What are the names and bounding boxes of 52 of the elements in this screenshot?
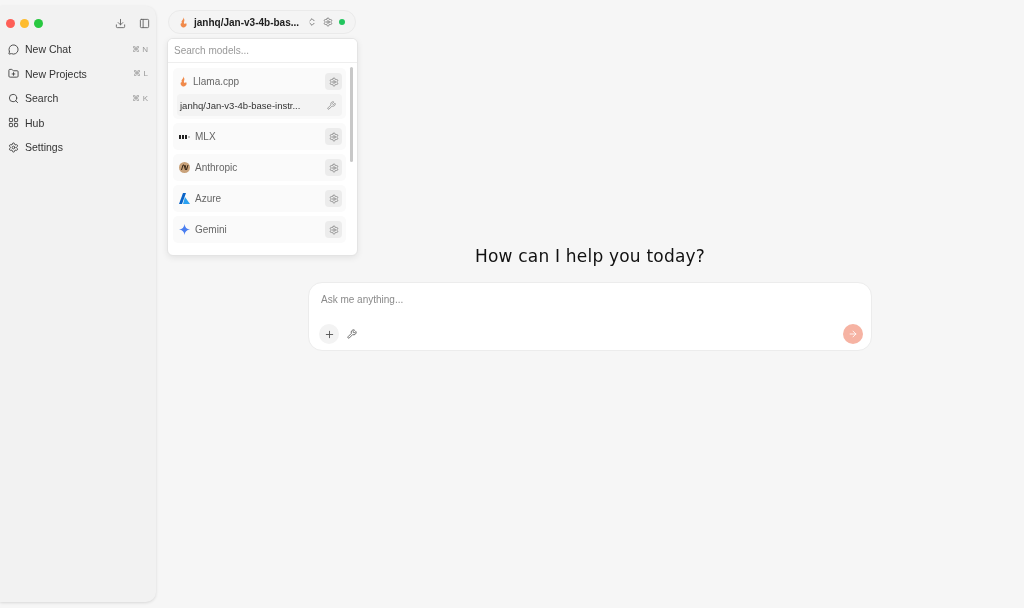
provider-settings-button[interactable] (325, 128, 342, 145)
settings-icon (8, 141, 19, 153)
azure-logo-icon (179, 193, 190, 204)
provider-settings-button[interactable] (325, 190, 342, 207)
provider-settings-button[interactable] (325, 221, 342, 238)
chevrons-icon (307, 17, 317, 27)
provider-name: Azure (195, 193, 223, 204)
minimize-button[interactable] (20, 18, 29, 28)
settings-icon[interactable] (323, 17, 333, 27)
close-button[interactable] (6, 18, 15, 28)
settings-icon (328, 193, 339, 204)
send-button[interactable] (843, 324, 863, 344)
model-selector[interactable]: janhq/Jan-v3-4b-bas... (168, 10, 356, 34)
sidebar-item[interactable]: Settings (6, 135, 150, 160)
shortcut-label: ⌘ K (132, 93, 148, 103)
provider-name: Llama.cpp (193, 76, 241, 87)
arrow-right-icon (848, 329, 858, 339)
provider-name: Anthropic (195, 162, 239, 173)
settings-icon (328, 162, 339, 173)
grid-icon (8, 117, 19, 129)
sidebar-item[interactable]: Search ⌘ K (6, 86, 150, 111)
anthropic-logo-icon (179, 162, 190, 173)
sidebar-toggle-icon[interactable] (139, 17, 150, 29)
flame-icon (179, 16, 188, 28)
provider-name: Gemini (195, 224, 228, 235)
scrollbar-thumb[interactable] (350, 67, 353, 162)
settings-icon (328, 131, 339, 142)
settings-icon (328, 224, 339, 235)
add-button[interactable] (319, 324, 339, 344)
wrench-icon (327, 100, 336, 110)
provider-settings-button[interactable] (325, 159, 342, 176)
sidebar-item[interactable]: New Projects ⌘ L (6, 61, 150, 86)
download-icon[interactable] (115, 17, 126, 29)
search-models-field[interactable]: Search models... (168, 39, 357, 63)
chat-bubble-icon (8, 43, 19, 55)
sidebar-item[interactable]: New Chat ⌘ N (6, 37, 150, 62)
folder-plus-icon (8, 68, 19, 80)
zoom-button[interactable] (34, 18, 43, 28)
model-item[interactable]: janhq/Jan-v3-4b-base-instr... (177, 94, 342, 116)
sidebar-item[interactable]: Hub (6, 110, 150, 135)
flame-icon (179, 76, 188, 87)
mlx-logo-icon (179, 133, 190, 140)
plus-icon (323, 328, 335, 340)
wrench-icon[interactable] (347, 329, 357, 339)
shortcut-label: ⌘ L (133, 69, 148, 79)
sparkle-icon (179, 224, 190, 235)
search-icon (8, 92, 19, 104)
settings-icon (328, 76, 339, 87)
greeting-heading: How can I help you today? (475, 246, 705, 266)
shortcut-label: ⌘ N (132, 44, 148, 54)
provider-settings-button[interactable] (325, 73, 342, 90)
provider-name: MLX (195, 131, 217, 142)
